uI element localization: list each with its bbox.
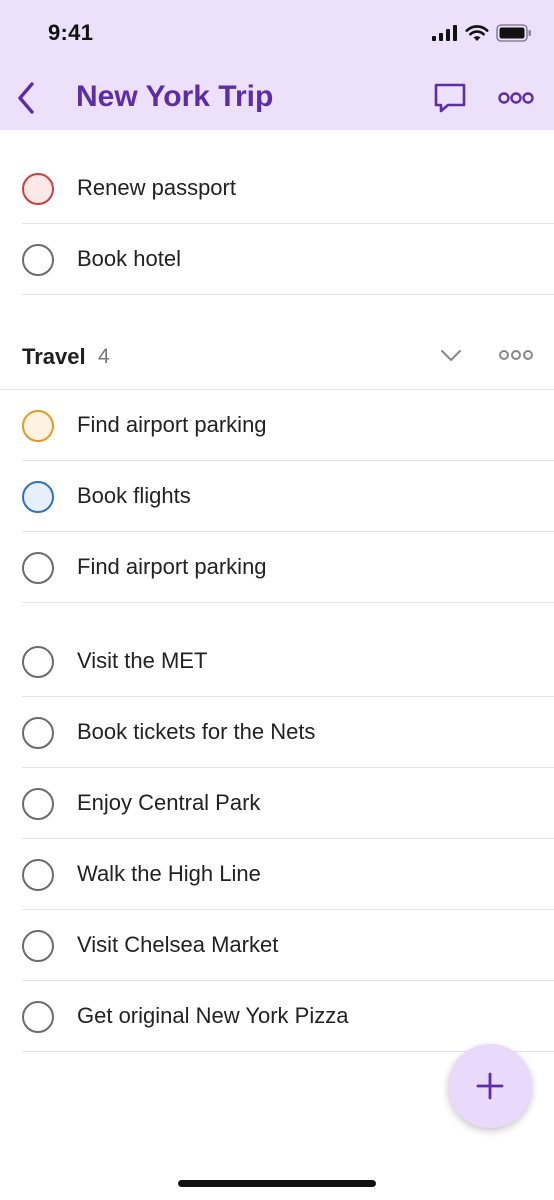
task-label: Walk the High Line [77, 861, 261, 886]
chevron-down-icon [441, 350, 461, 361]
task-checkbox[interactable] [22, 244, 54, 276]
home-indicator [178, 1180, 376, 1187]
task-checkbox[interactable] [22, 859, 54, 891]
task-row[interactable]: Book tickets for the Nets [0, 697, 554, 768]
task-row[interactable]: Walk the High Line [0, 839, 554, 910]
task-checkbox[interactable] [22, 481, 54, 513]
more-horizontal-icon [498, 92, 534, 104]
task-label: Book tickets for the Nets [77, 719, 316, 744]
section-header-travel[interactable]: Travel 4 [0, 320, 554, 390]
add-task-button[interactable] [448, 1044, 532, 1128]
plus-icon [476, 1072, 504, 1100]
task-checkbox[interactable] [22, 788, 54, 820]
comment-icon [434, 83, 466, 113]
task-label: Visit Chelsea Market [77, 932, 279, 957]
task-checkbox[interactable] [22, 717, 54, 749]
task-label: Find airport parking [77, 554, 267, 579]
comment-button[interactable] [432, 80, 468, 116]
section-count: 4 [98, 345, 110, 368]
collapse-section-button[interactable] [438, 342, 464, 368]
divider [22, 602, 554, 603]
status-icons [432, 24, 532, 42]
task-label: Book flights [77, 483, 191, 508]
task-row[interactable]: Book flights [0, 461, 554, 532]
task-label: Get original New York Pizza [77, 1003, 349, 1028]
task-label: Find airport parking [77, 412, 267, 437]
more-options-button[interactable] [496, 84, 536, 112]
page-title: New York Trip [76, 80, 274, 113]
more-horizontal-icon [499, 350, 533, 360]
signal-icon [432, 25, 457, 41]
task-row[interactable]: Find airport parking [0, 532, 554, 603]
task-checkbox[interactable] [22, 173, 54, 205]
battery-icon [496, 24, 531, 42]
task-row[interactable]: Visit the MET [0, 626, 554, 697]
wifi-icon [465, 24, 489, 41]
status-time: 9:41 [48, 20, 94, 45]
task-checkbox[interactable] [22, 1001, 54, 1033]
task-checkbox[interactable] [22, 552, 54, 584]
task-row[interactable]: Book hotel [0, 224, 554, 295]
task-label: Renew passport [77, 175, 236, 200]
chevron-left-icon [18, 82, 34, 114]
section-more-button[interactable] [496, 344, 536, 366]
divider [22, 294, 554, 295]
task-row[interactable]: Find airport parking [0, 390, 554, 461]
task-row[interactable]: Visit Chelsea Market [0, 910, 554, 981]
task-row[interactable]: Renew passport [0, 153, 554, 224]
title-row: New York Trip [0, 70, 554, 126]
task-checkbox[interactable] [22, 646, 54, 678]
task-checkbox[interactable] [22, 930, 54, 962]
task-label: Visit the MET [77, 648, 208, 673]
task-checkbox[interactable] [22, 410, 54, 442]
section-title: Travel [22, 344, 86, 369]
task-row[interactable]: Get original New York Pizza [0, 981, 554, 1052]
task-label: Book hotel [77, 246, 181, 271]
task-label: Enjoy Central Park [77, 790, 261, 815]
app-header: 9:41 New York Trip [0, 0, 554, 130]
task-row[interactable]: Enjoy Central Park [0, 768, 554, 839]
back-button[interactable] [10, 78, 42, 118]
